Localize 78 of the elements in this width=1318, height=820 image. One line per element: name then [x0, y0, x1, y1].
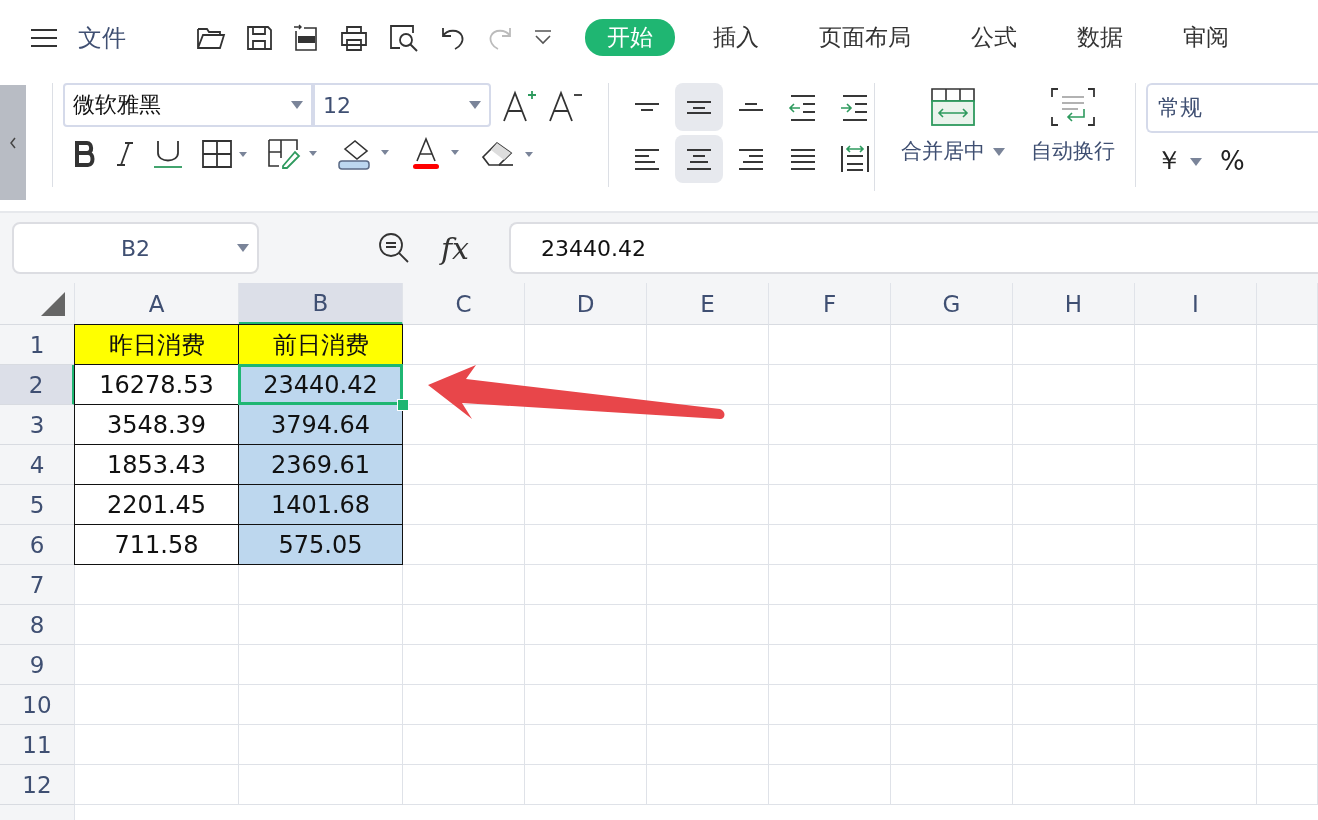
row-header[interactable]: 9 — [0, 645, 75, 685]
column-header[interactable]: D — [525, 283, 647, 325]
table-cell — [1257, 405, 1318, 445]
table-cell — [1257, 685, 1318, 725]
select-all-icon[interactable] — [41, 292, 65, 316]
bold-icon[interactable] — [73, 140, 97, 168]
ribbon-tab[interactable]: 页面布局 — [797, 19, 933, 56]
zoom-icon[interactable] — [377, 231, 411, 265]
italic-icon[interactable] — [115, 140, 135, 168]
table-cell — [1257, 525, 1318, 565]
font-name-dropdown[interactable]: 微软雅黑 — [63, 83, 313, 127]
function-button[interactable]: fx — [441, 230, 470, 266]
fill-handle[interactable] — [397, 399, 409, 411]
row-header[interactable]: 12 — [0, 765, 75, 805]
align-center-button[interactable] — [675, 135, 723, 183]
row-header[interactable]: 4 — [0, 445, 75, 485]
print-icon[interactable] — [339, 23, 369, 52]
row-header[interactable]: 3 — [0, 405, 75, 445]
table-cell: 昨日消费 — [74, 324, 239, 365]
row-header[interactable]: 5 — [0, 485, 75, 525]
font-size-dropdown[interactable]: 12 — [313, 83, 491, 127]
table-cell — [1257, 605, 1318, 645]
name-box[interactable]: B2 — [12, 222, 259, 274]
table-cell: 前日消费 — [238, 324, 403, 365]
table-cell: 1401.68 — [238, 484, 403, 525]
row-header[interactable]: 7 — [0, 565, 75, 605]
underline-icon[interactable] — [153, 139, 183, 169]
row-header[interactable]: 1 — [0, 325, 75, 365]
column-header[interactable]: G — [891, 283, 1013, 325]
draw-border-icon[interactable] — [267, 138, 319, 170]
ribbon-tab[interactable]: 审阅 — [1161, 19, 1251, 56]
row-header[interactable]: 8 — [0, 605, 75, 645]
merge-cells-icon — [930, 87, 976, 127]
table-cell — [1257, 765, 1318, 805]
row-header[interactable]: 6 — [0, 525, 75, 565]
table-cell — [1257, 365, 1318, 405]
number-format-dropdown[interactable]: 常规 — [1146, 83, 1318, 133]
align-top-icon — [634, 103, 660, 111]
column-header[interactable]: E — [647, 283, 769, 325]
table-cell — [1257, 565, 1318, 605]
merge-center-button[interactable]: 合并居中 — [901, 87, 1005, 191]
ribbon-tab[interactable]: 数据 — [1055, 19, 1145, 56]
currency-button[interactable]: ￥ — [1156, 143, 1202, 178]
column-header[interactable]: H — [1013, 283, 1135, 325]
menu-icon[interactable] — [30, 27, 58, 48]
align-bottom-icon — [738, 103, 764, 111]
borders-icon[interactable] — [201, 139, 249, 169]
table-cell: 575.05 — [238, 524, 403, 565]
column-header[interactable]: I — [1135, 283, 1257, 325]
pdf-export-icon[interactable] — [292, 22, 320, 53]
column-header[interactable]: B — [239, 283, 403, 325]
row-header[interactable]: 10 — [0, 685, 75, 725]
print-preview-icon[interactable] — [388, 22, 420, 53]
table-cell — [1257, 325, 1318, 365]
column-header[interactable]: C — [403, 283, 525, 325]
table-cell — [1257, 485, 1318, 525]
caret-icon — [993, 148, 1005, 156]
row-header[interactable]: 2 — [0, 365, 75, 405]
table-cell — [1257, 645, 1318, 685]
row-header[interactable]: 11 — [0, 725, 75, 765]
file-menu[interactable]: 文件 — [78, 21, 126, 54]
table-cell: 2369.61 — [238, 444, 403, 485]
column-header[interactable]: A — [75, 283, 239, 325]
percent-button[interactable]: % — [1220, 145, 1245, 176]
align-middle-icon — [686, 100, 712, 114]
wrap-text-icon — [1050, 87, 1096, 127]
save-icon[interactable] — [245, 23, 273, 52]
more-icon[interactable] — [533, 28, 553, 47]
table-cell: 3794.64 — [238, 404, 403, 445]
column-header[interactable]: F — [769, 283, 891, 325]
formula-field[interactable]: 23440.42 — [509, 222, 1318, 274]
align-middle-button[interactable] — [675, 83, 723, 131]
table-cell — [1257, 725, 1318, 765]
table-cell — [1257, 445, 1318, 485]
ribbon-tab[interactable]: 公式 — [949, 19, 1039, 56]
chevron-left-icon — [8, 135, 18, 150]
wrap-text-button[interactable]: 自动换行 — [1031, 87, 1115, 191]
ribbon-tab[interactable]: 插入 — [691, 19, 781, 56]
